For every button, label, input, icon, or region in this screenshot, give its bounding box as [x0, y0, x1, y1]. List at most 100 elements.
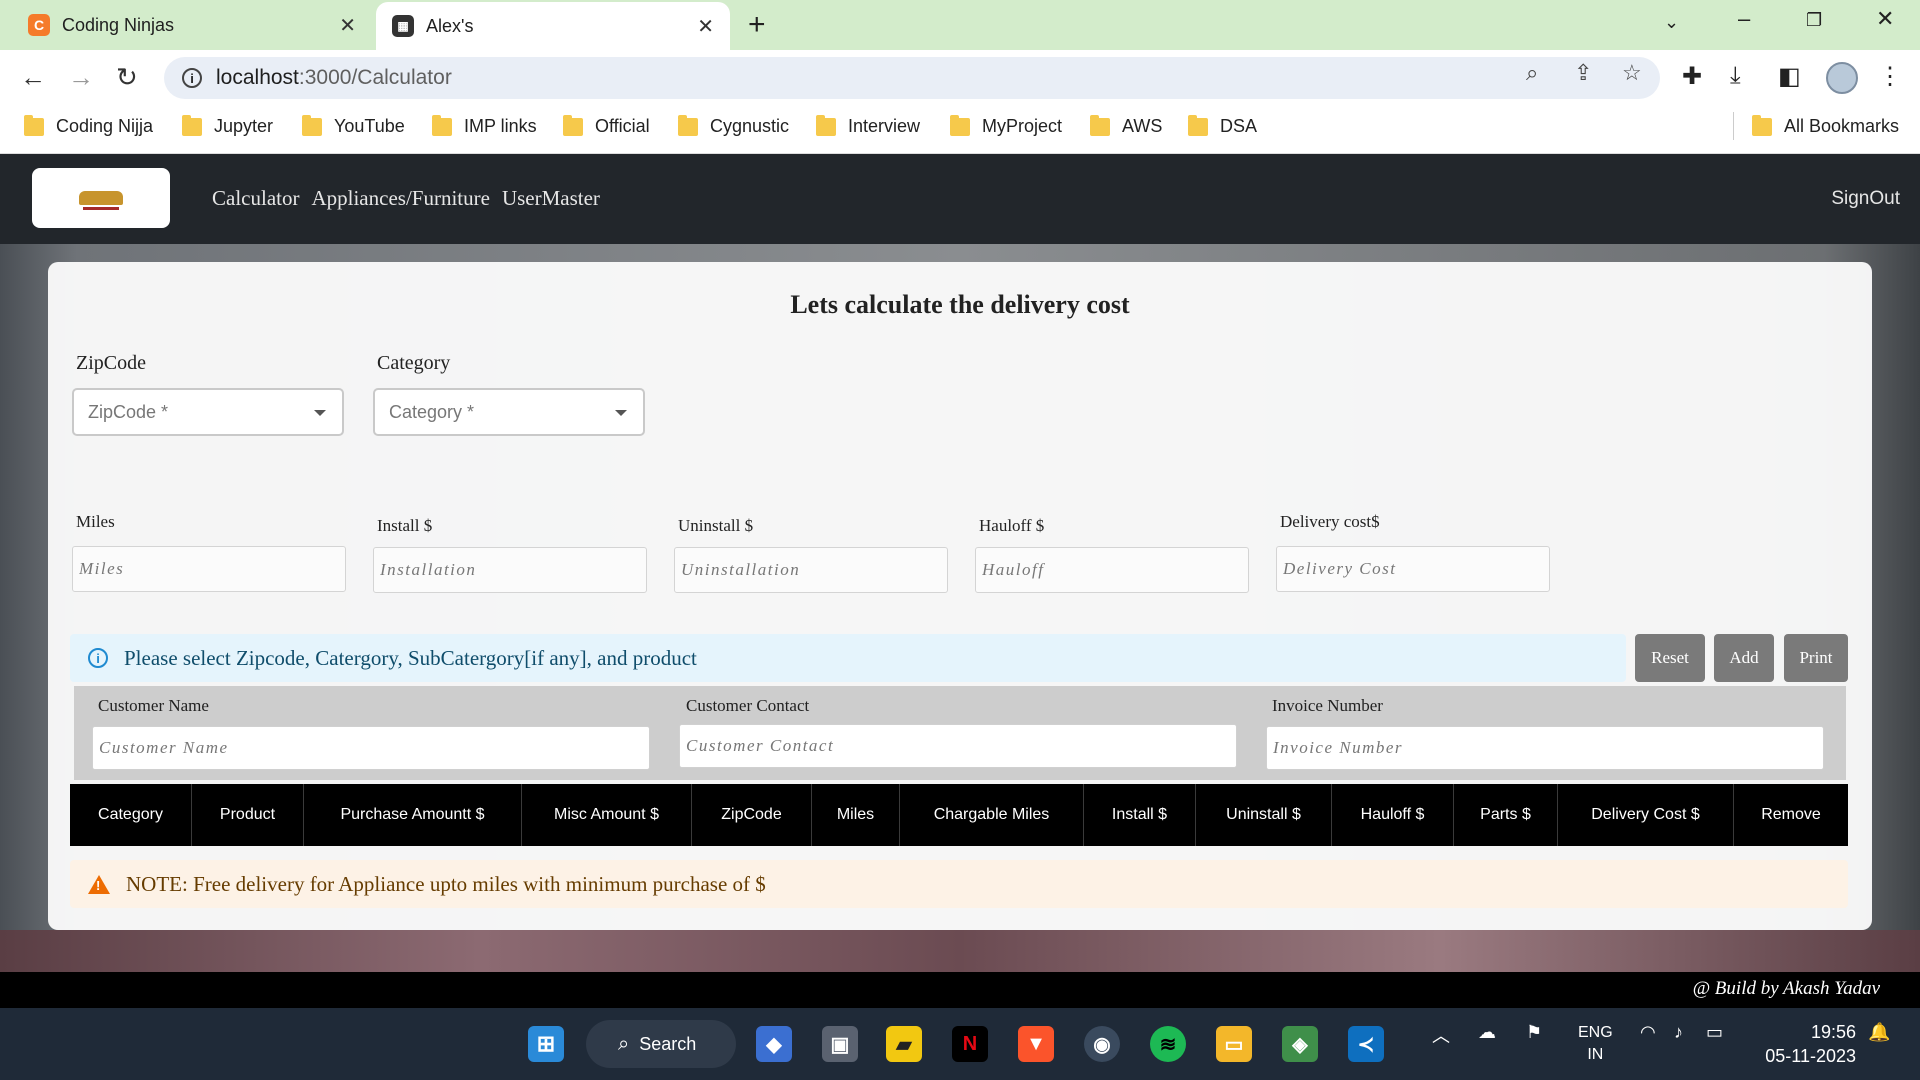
delivery-cost-input[interactable]: [1276, 546, 1550, 592]
zipcode-select[interactable]: ZipCode *: [72, 388, 344, 436]
bookmark-item[interactable]: Jupyter: [182, 114, 273, 137]
notifications-bell-icon[interactable]: 🔔: [1868, 1022, 1890, 1043]
bookmarks-bar: Coding Nijja Jupyter YouTube IMP links O…: [0, 106, 1920, 154]
column-header[interactable]: Category: [70, 784, 192, 846]
file-explorer-icon[interactable]: ▭: [1216, 1026, 1252, 1062]
folder-icon: [24, 114, 44, 136]
clock[interactable]: 19:56 05-11-2023: [1760, 1020, 1856, 1068]
forward-icon[interactable]: →: [68, 62, 94, 93]
chevron-down-icon: [314, 410, 326, 416]
volume-icon[interactable]: ♪: [1674, 1022, 1683, 1043]
url-field[interactable]: i localhost:3000/Calculator: [164, 57, 1660, 99]
column-header[interactable]: Parts $: [1454, 784, 1558, 846]
bookmark-label: Interview: [848, 116, 921, 136]
print-button[interactable]: Print: [1784, 634, 1848, 682]
invoice-number-input[interactable]: [1266, 726, 1824, 770]
chevron-up-icon[interactable]: ︿: [1432, 1022, 1450, 1048]
tab-coding-ninjas[interactable]: C Coding Ninjas ✕: [12, 0, 372, 50]
bookmark-item[interactable]: Interview: [816, 114, 921, 137]
nav-usermaster[interactable]: UserMaster: [502, 186, 600, 211]
page-title: Lets calculate the delivery cost: [790, 290, 1130, 319]
back-icon[interactable]: ←: [20, 62, 46, 93]
window-close-icon[interactable]: ✕: [1876, 6, 1894, 32]
column-header[interactable]: Hauloff $: [1332, 784, 1454, 846]
bookmark-item[interactable]: DSA: [1188, 114, 1257, 137]
windows-start-icon[interactable]: ⊞: [528, 1026, 564, 1062]
delivery-cost-label: Delivery cost$: [1280, 512, 1380, 531]
column-header[interactable]: Purchase Amountt $: [304, 784, 522, 846]
customer-contact-label: Customer Contact: [686, 696, 810, 715]
customer-name-label: Customer Name: [98, 696, 209, 715]
taskbar-search[interactable]: ⌕ Search: [586, 1020, 736, 1068]
customer-name-input[interactable]: [92, 726, 650, 770]
nav-calculator[interactable]: Calculator: [212, 186, 299, 211]
menu-kebab-icon[interactable]: ⋮: [1878, 62, 1902, 91]
column-header[interactable]: Uninstall $: [1196, 784, 1332, 846]
category-select[interactable]: Category *: [373, 388, 645, 436]
zoom-icon[interactable]: ⌕: [1526, 60, 1538, 86]
add-button[interactable]: Add: [1714, 634, 1774, 682]
minimize-icon[interactable]: –: [1738, 6, 1750, 32]
app-logo[interactable]: [32, 168, 170, 228]
copilot-icon[interactable]: ◆: [756, 1026, 792, 1062]
installation-input[interactable]: [373, 547, 647, 593]
profile-avatar[interactable]: [1826, 62, 1858, 94]
column-header[interactable]: Install $: [1084, 784, 1196, 846]
miles-input[interactable]: [72, 546, 346, 592]
bookmark-label: All Bookmarks: [1784, 116, 1900, 136]
bookmark-label: MyProject: [982, 116, 1063, 136]
column-header[interactable]: Miles: [812, 784, 900, 846]
bookmark-item[interactable]: Cygnustic: [678, 114, 789, 137]
vscode-icon[interactable]: ≺: [1348, 1026, 1384, 1062]
extensions-icon[interactable]: ✚: [1682, 62, 1702, 91]
chrome-icon[interactable]: ◉: [1084, 1026, 1120, 1062]
clock-time: 19:56: [1810, 1022, 1856, 1042]
close-icon[interactable]: ✕: [339, 13, 356, 38]
close-icon[interactable]: ✕: [697, 14, 714, 39]
reset-button[interactable]: Reset: [1635, 634, 1705, 682]
language-indicator[interactable]: ENG IN: [1578, 1022, 1613, 1066]
customer-contact-input[interactable]: [679, 724, 1237, 768]
all-bookmarks[interactable]: All Bookmarks: [1752, 114, 1900, 137]
tab-alexs[interactable]: ▦ Alex's ✕: [376, 2, 730, 50]
column-header[interactable]: Chargable Miles: [900, 784, 1084, 846]
bookmark-item[interactable]: AWS: [1090, 114, 1162, 137]
side-panel-icon[interactable]: ◧: [1778, 62, 1801, 91]
column-header[interactable]: Misc Amount $: [522, 784, 692, 846]
notification-badge-icon[interactable]: ⚑: [1526, 1022, 1542, 1043]
new-tab-button[interactable]: +: [748, 8, 766, 42]
wifi-icon[interactable]: ◠: [1640, 1022, 1656, 1043]
restore-icon[interactable]: ❐: [1806, 10, 1822, 31]
column-header[interactable]: Delivery Cost $: [1558, 784, 1734, 846]
windows-taskbar: ⊞ ⌕ Search ◆ ▣ ▰ N ▼ ◉ ≋ ▭ ◈ ≺ ︿ ☁ ⚑ ENG…: [0, 1008, 1920, 1080]
hauloff-input[interactable]: [975, 547, 1249, 593]
reload-icon[interactable]: ↻: [116, 62, 138, 93]
column-header[interactable]: Product: [192, 784, 304, 846]
git-icon[interactable]: ◈: [1282, 1026, 1318, 1062]
bookmark-item[interactable]: IMP links: [432, 114, 537, 137]
download-icon[interactable]: ⤓: [1730, 62, 1741, 90]
bookmark-item[interactable]: Coding Nijja: [24, 114, 153, 137]
bookmark-item[interactable]: MyProject: [950, 114, 1063, 137]
onedrive-icon[interactable]: ☁: [1478, 1022, 1496, 1043]
brave-icon[interactable]: ▼: [1018, 1026, 1054, 1062]
uninstallation-input[interactable]: [674, 547, 948, 593]
bookmark-star-icon[interactable]: ☆: [1622, 60, 1642, 86]
column-header[interactable]: Remove: [1734, 784, 1848, 846]
nav-appliances-furniture[interactable]: Appliances/Furniture: [311, 186, 489, 211]
tab-search-icon[interactable]: ⌄: [1664, 12, 1679, 33]
netflix-icon[interactable]: N: [952, 1026, 988, 1062]
spotify-icon[interactable]: ≋: [1150, 1026, 1186, 1062]
folder-icon: [432, 114, 452, 136]
column-header[interactable]: ZipCode: [692, 784, 812, 846]
bookmark-item[interactable]: Official: [563, 114, 650, 137]
sticky-notes-icon[interactable]: ▰: [886, 1026, 922, 1062]
warning-icon: [88, 874, 110, 894]
task-view-icon[interactable]: ▣: [822, 1026, 858, 1062]
signout-link[interactable]: SignOut: [1831, 188, 1900, 210]
bookmark-item[interactable]: YouTube: [302, 114, 405, 137]
folder-icon: [563, 114, 583, 136]
share-icon[interactable]: ⇪: [1574, 60, 1592, 86]
battery-icon[interactable]: ▭: [1706, 1022, 1723, 1043]
site-info-icon[interactable]: i: [182, 68, 202, 88]
